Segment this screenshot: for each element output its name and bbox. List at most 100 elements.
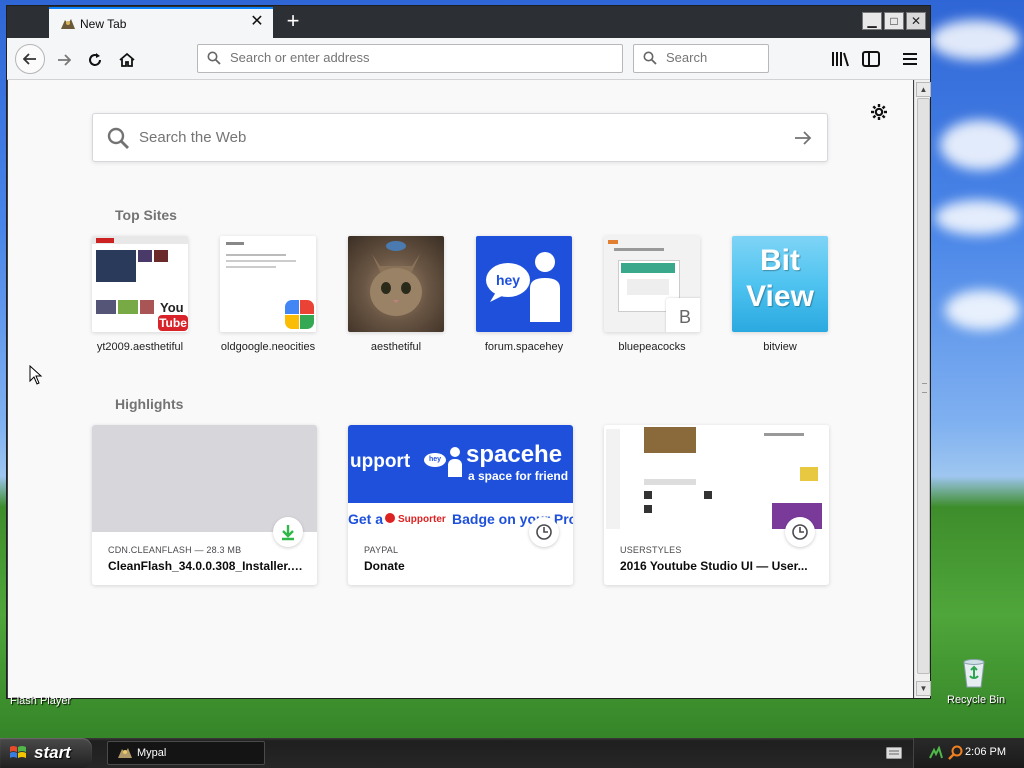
highlights-heading: Highlights [115,396,184,412]
top-site-tile[interactable] [220,236,316,332]
clock-icon [792,524,808,540]
thumbnail-block [154,250,168,262]
thumbnail-block [704,491,712,499]
cat-photo [370,241,422,316]
bitview-logo-line2: View [746,280,814,313]
search-icon [107,127,129,149]
highlight-card[interactable]: USERSTYLES 2016 Youtube Studio UI — User… [604,425,829,585]
thumbnail-block [138,250,152,262]
thumbnail-text-line [226,254,286,256]
recycle-bin-icon[interactable] [959,656,989,688]
maximize-button[interactable]: □ [884,12,904,30]
highlight-image [604,425,829,532]
sidebar-toggle-icon[interactable] [859,47,883,71]
search-bar[interactable] [633,44,774,73]
thumbnail-block [644,505,652,513]
highlight-card[interactable]: upport hey spacehe a space for friend Ge… [348,425,573,585]
back-arrow-icon [22,53,36,65]
top-site-tile[interactable]: Bit View [732,236,828,332]
highlight-title: 2016 Youtube Studio UI — User... [620,559,808,573]
forward-arrow-icon [58,54,72,66]
top-site-tile[interactable] [348,236,444,332]
mypal-favicon-icon [61,19,75,29]
spacehey-head [450,447,460,457]
reload-button[interactable] [82,47,108,73]
bitview-logo-line1: Bit [760,244,800,277]
spacehey-logo: hey [486,252,560,322]
highlight-card[interactable]: CDN.CLEANFLASH — 28.3 MB CleanFlash_34.0… [92,425,317,585]
reload-icon [89,53,101,66]
new-tab-page: Top Sites You Tube yt2009.aesthetiful [8,80,913,698]
back-button[interactable] [15,44,45,74]
thumbnail-block [608,240,618,244]
download-badge [273,517,303,547]
download-icon [282,525,294,541]
highlight-source: PAYPAL [364,545,399,555]
letter-badge: B [666,298,700,332]
thumbnail-block [96,300,116,314]
cloud [930,20,1020,60]
thumbnail-block [644,491,652,499]
windows-flag-icon [10,746,26,758]
google-badge [282,298,316,332]
get-a-text: Get a [348,511,384,527]
top-site-tile[interactable]: You Tube [92,236,188,332]
home-icon [119,52,135,67]
top-site-tile[interactable]: hey [476,236,572,332]
taskbar-item-label: Mypal [137,747,167,759]
library-icon[interactable] [829,47,853,71]
mypal-app-icon [118,748,132,758]
thumbnail-block [96,250,136,282]
system-clock: 2:06 PM [965,746,1006,758]
bluepeacocks-letter: B [678,307,691,327]
tab-title: New Tab [80,17,127,31]
nav-toolbar [7,38,930,80]
spacehey-body [448,459,462,477]
highlight-image: upport hey spacehe a space for friend Ge… [348,425,573,532]
tab-new-tab[interactable]: New Tab ✕ [49,7,273,38]
scroll-up-arrow-icon[interactable]: ▲ [916,82,931,97]
web-search-box[interactable] [92,113,828,162]
search-tray-icon[interactable] [948,745,964,761]
recycle-bin-label[interactable]: Recycle Bin [947,694,1005,706]
top-site-label: forum.spacehey [484,341,564,353]
gear-icon[interactable] [870,103,888,121]
minimize-button[interactable]: ▁ [862,12,882,30]
system-tray: 2:06 PM [913,738,1024,768]
start-button[interactable]: start [0,738,92,768]
highlight-source: CDN.CLEANFLASH — 28.3 MB [108,545,242,555]
cloud [945,290,1020,330]
top-site-label: oldgoogle.neocities [220,341,316,353]
top-site-label: bitview [763,341,797,353]
tab-close-icon[interactable]: ✕ [249,14,265,30]
search-input[interactable] [666,50,774,65]
scrollbar-thumb[interactable] [917,98,930,674]
home-button[interactable] [114,47,140,73]
address-input[interactable] [230,50,570,65]
scroll-down-arrow-icon[interactable]: ▼ [916,681,931,696]
vertical-scrollbar[interactable]: ▲ ▼ [914,80,931,698]
new-tab-plus-icon[interactable]: + [282,10,304,32]
taskbar-item-mypal[interactable]: Mypal [107,741,265,765]
network-icon[interactable] [928,746,944,760]
keyboard-icon[interactable] [886,747,902,759]
arrow-right-icon[interactable] [793,128,813,148]
close-window-button[interactable]: ✕ [906,12,926,30]
spacehey-wordmark: spacehe [466,441,563,468]
supporter-text: Supporter [398,514,446,525]
address-bar[interactable] [197,44,623,73]
top-sites-heading: Top Sites [115,207,177,223]
thumbnail-block [800,467,818,481]
hamburger-menu-icon[interactable] [898,47,922,71]
top-site-tile[interactable]: B [604,236,700,332]
top-site-label: bluepeacocks [618,341,686,353]
web-search-input[interactable] [139,129,739,146]
flash-player-desktop-label[interactable]: Flash Player [10,695,71,707]
highlight-title: CleanFlash_34.0.0.308_Installer.exe [108,559,304,573]
supporter-icon [385,513,395,523]
search-icon [207,51,221,65]
youtube-badge: You Tube [154,298,188,332]
browser-window: New Tab ✕ + ▁ □ ✕ Search or enter addres… [6,5,931,699]
spacehey-hey-text: hey [496,272,520,288]
forward-button[interactable] [51,47,77,73]
